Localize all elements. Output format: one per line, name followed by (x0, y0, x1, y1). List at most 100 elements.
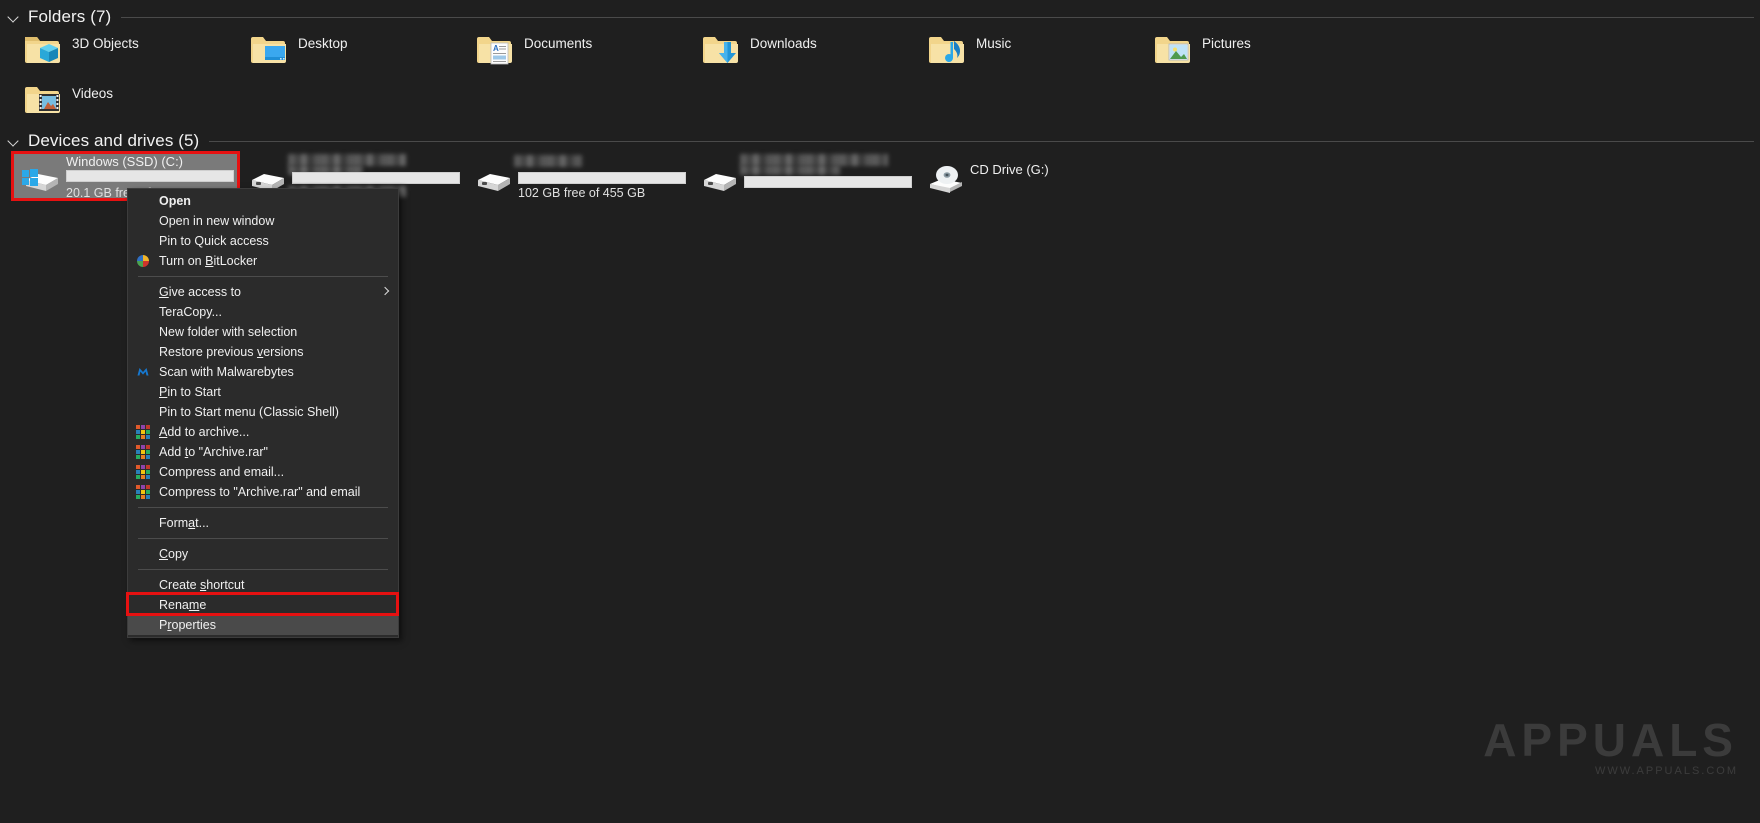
hard-drive-icon (472, 162, 516, 194)
winrar-icon (136, 445, 150, 459)
menu-item-pin-to-start-menu-classic-shell[interactable]: Pin to Start menu (Classic Shell) (128, 402, 398, 422)
folder-documents-icon: A (474, 32, 514, 68)
menu-item-label: Open (159, 194, 191, 208)
file-explorer-content-pane: Folders (7) 3D Objects Desktop A Documen… (0, 0, 1760, 823)
folder-tile-videos[interactable]: Videos (22, 80, 237, 126)
menu-item-label: Pin to Quick access (159, 234, 269, 248)
menu-item-rename[interactable]: Rename (128, 595, 398, 615)
menu-item-compress-to-archive-rar-and-email[interactable]: Compress to "Archive.rar" and email (128, 482, 398, 502)
folder-downloads-icon (700, 32, 740, 68)
menu-item-label: New folder with selection (159, 325, 298, 339)
chevron-down-icon[interactable] (6, 133, 22, 149)
folder-tile-music[interactable]: Music (926, 30, 1141, 76)
winrar-icon (136, 485, 150, 499)
malwarebytes-icon (136, 365, 150, 379)
menu-item-copy[interactable]: Copy (128, 544, 398, 564)
folder-pictures-icon (1152, 32, 1192, 68)
hard-drive-icon (698, 162, 742, 194)
folder-label: Pictures (1202, 36, 1251, 51)
menu-item-give-access-to[interactable]: Give access to (128, 282, 398, 302)
bitlocker-icon (136, 254, 150, 268)
menu-item-label: TeraCopy... (159, 305, 222, 319)
folder-label: 3D Objects (72, 36, 139, 51)
menu-item-label: Scan with Malwarebytes (159, 365, 294, 379)
menu-item-label: Compress to "Archive.rar" and email (159, 485, 361, 499)
group-header-devices-label: Devices and drives (5) (28, 131, 200, 150)
menu-item-label: Compress and email... (159, 465, 285, 479)
menu-item-label: Pin to Start (159, 385, 221, 399)
menu-item-new-folder-with-selection[interactable]: New folder with selection (128, 322, 398, 342)
folder-label: Desktop (298, 36, 348, 51)
group-header-folders-label: Folders (7) (28, 7, 112, 26)
winrar-icon (136, 465, 150, 479)
drive-tile-4[interactable] (692, 154, 917, 198)
drive-free-space: 102 GB free of 455 GB (518, 186, 646, 200)
watermark-main: APPUALS (1483, 714, 1738, 766)
drive-usage-bar (744, 176, 912, 188)
menu-item-label: Copy (159, 547, 189, 561)
chevron-right-icon (380, 286, 390, 296)
menu-item-label: Add to archive... (159, 425, 250, 439)
drive-usage-bar (292, 172, 460, 184)
folder-tile-documents[interactable]: A Documents (474, 30, 689, 76)
drive-name: CD Drive (G:) (970, 162, 1049, 177)
cd-drive-icon (924, 162, 968, 194)
drive-name: Windows (SSD) (C:) (66, 154, 184, 169)
drive-tile-3[interactable]: 102 GB free of 455 GB (466, 154, 691, 200)
folder-label: Videos (72, 86, 114, 101)
folder-tile-downloads[interactable]: Downloads (700, 30, 915, 76)
menu-separator (138, 538, 388, 539)
drive-usage-bar (518, 172, 686, 184)
menu-item-open-in-new-window[interactable]: Open in new window (128, 211, 398, 231)
menu-item-properties[interactable]: Properties (128, 615, 398, 635)
folder-desktop-icon (248, 32, 288, 68)
folder-label: Documents (524, 36, 593, 51)
menu-item-label: Give access to (159, 285, 241, 299)
menu-item-label: Add to "Archive.rar" (159, 445, 268, 459)
menu-separator (138, 507, 388, 508)
watermark: APPUALS WWW.APPUALS.COM (1483, 717, 1738, 777)
menu-item-label: Restore previous versions (159, 345, 304, 359)
group-rule (209, 140, 1754, 142)
menu-item-format[interactable]: Format... (128, 513, 398, 533)
menu-item-label: Pin to Start menu (Classic Shell) (159, 405, 339, 419)
menu-item-add-to-archive[interactable]: Add to archive... (128, 422, 398, 442)
folder-tile-3d-objects[interactable]: 3D Objects (22, 30, 237, 76)
menu-item-turn-on-bitlocker[interactable]: Turn on BitLocker (128, 251, 398, 271)
menu-item-restore-previous-versions[interactable]: Restore previous versions (128, 342, 398, 362)
redacted-drive-name (514, 155, 582, 167)
windows-drive-icon (20, 162, 64, 194)
folder-3d-objects-icon (22, 32, 62, 68)
menu-item-compress-and-email[interactable]: Compress and email... (128, 462, 398, 482)
folder-label: Music (976, 36, 1012, 51)
menu-item-pin-to-start[interactable]: Pin to Start (128, 382, 398, 402)
folder-tile-desktop[interactable]: Desktop (248, 30, 463, 76)
menu-item-scan-with-malwarebytes[interactable]: Scan with Malwarebytes (128, 362, 398, 382)
menu-separator (138, 569, 388, 570)
svg-text:A: A (493, 44, 499, 53)
menu-item-label: Format... (159, 516, 210, 530)
winrar-icon (136, 425, 150, 439)
group-header-devices-and-drives[interactable]: Devices and drives (5) (6, 130, 1754, 152)
folder-music-icon (926, 32, 966, 68)
chevron-down-icon[interactable] (6, 9, 22, 25)
menu-item-label: Properties (159, 618, 216, 632)
group-header-folders[interactable]: Folders (7) (6, 6, 1754, 28)
menu-item-label: Open in new window (159, 214, 275, 228)
menu-item-create-shortcut[interactable]: Create shortcut (128, 575, 398, 595)
menu-separator (138, 276, 388, 277)
group-rule (121, 16, 1754, 18)
watermark-sub: WWW.APPUALS.COM (1594, 765, 1738, 777)
folder-videos-icon (22, 82, 62, 118)
menu-item-teracopy[interactable]: TeraCopy... (128, 302, 398, 322)
menu-item-label: Turn on BitLocker (159, 254, 258, 268)
menu-item-open[interactable]: Open (128, 191, 398, 211)
context-menu[interactable]: Open Open in new window Pin to Quick acc… (127, 188, 399, 638)
folder-tile-pictures[interactable]: Pictures (1152, 30, 1367, 76)
menu-item-add-to-archive-rar[interactable]: Add to "Archive.rar" (128, 442, 398, 462)
menu-item-label: Create shortcut (159, 578, 245, 592)
menu-item-pin-to-quick-access[interactable]: Pin to Quick access (128, 231, 398, 251)
drive-tile-cd-drive-g[interactable]: CD Drive (G:) (918, 154, 1143, 198)
menu-item-label: Rename (159, 598, 207, 612)
drive-usage-bar (66, 170, 234, 182)
